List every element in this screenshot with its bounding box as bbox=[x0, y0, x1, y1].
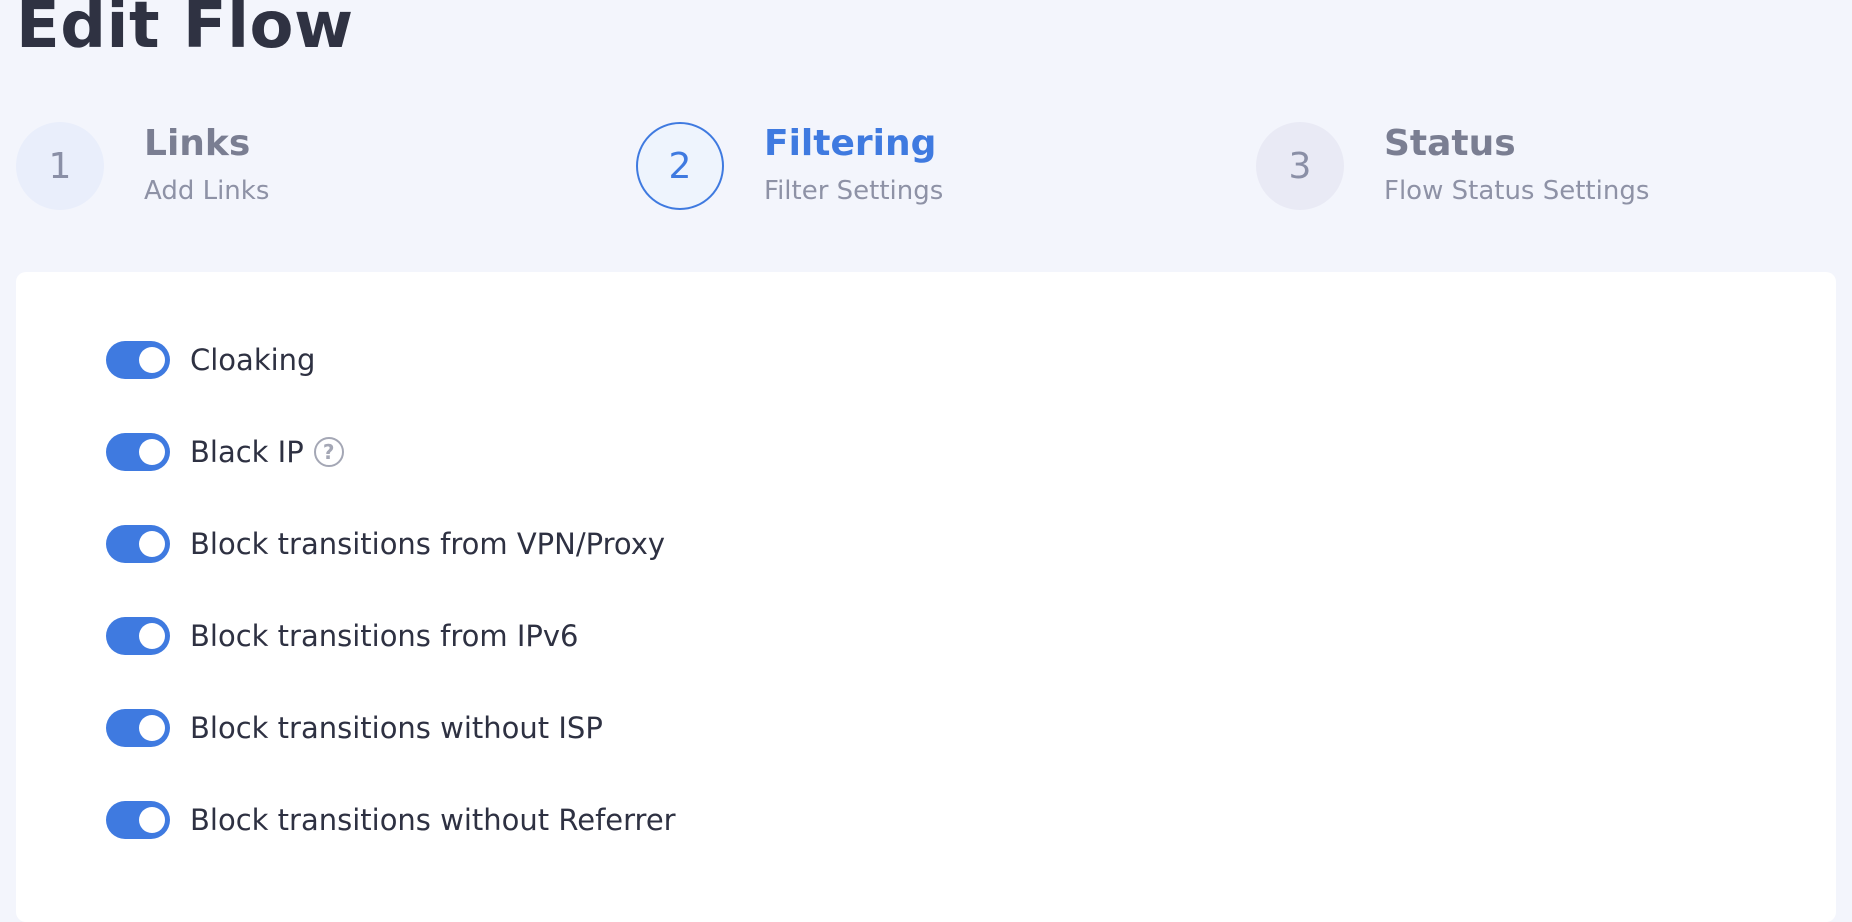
cloaking-label: Cloaking bbox=[190, 343, 316, 377]
filter-row-vpn-proxy: Block transitions from VPN/Proxy bbox=[106, 524, 665, 564]
stepper: 1 Links Add Links 2 Filtering Filter Set… bbox=[16, 122, 1836, 212]
filter-row-ipv6: Block transitions from IPv6 bbox=[106, 616, 579, 656]
black-ip-label: Black IP bbox=[190, 435, 304, 469]
step-title: Status bbox=[1384, 123, 1516, 164]
page-title: Edit Flow bbox=[16, 0, 354, 63]
toggle-knob bbox=[139, 347, 165, 373]
step-subtitle: Add Links bbox=[144, 176, 270, 206]
vpn-proxy-toggle[interactable] bbox=[106, 525, 170, 563]
question-circle-icon[interactable]: ? bbox=[313, 437, 344, 467]
step-number-circle: 1 bbox=[16, 122, 104, 210]
filter-settings-card: Cloaking Black IP ? Block transitions fr… bbox=[16, 272, 1836, 922]
toggle-knob bbox=[139, 623, 165, 649]
cloaking-toggle[interactable] bbox=[106, 341, 170, 379]
step-number-circle: 2 bbox=[636, 122, 724, 210]
no-isp-label: Block transitions without ISP bbox=[190, 711, 603, 745]
ipv6-toggle[interactable] bbox=[106, 617, 170, 655]
no-isp-toggle[interactable] bbox=[106, 709, 170, 747]
toggle-knob bbox=[139, 531, 165, 557]
toggle-knob bbox=[139, 807, 165, 833]
no-referrer-label: Block transitions without Referrer bbox=[190, 803, 676, 837]
filter-row-black-ip: Black IP ? bbox=[106, 432, 344, 472]
no-referrer-toggle[interactable] bbox=[106, 801, 170, 839]
filter-row-no-referrer: Block transitions without Referrer bbox=[106, 800, 676, 840]
toggle-knob bbox=[139, 439, 165, 465]
step-number-circle: 3 bbox=[1256, 122, 1344, 210]
toggle-knob bbox=[139, 715, 165, 741]
black-ip-toggle[interactable] bbox=[106, 433, 170, 471]
step-subtitle: Flow Status Settings bbox=[1384, 176, 1650, 206]
filter-row-no-isp: Block transitions without ISP bbox=[106, 708, 603, 748]
vpn-proxy-label: Block transitions from VPN/Proxy bbox=[190, 527, 666, 561]
step-title: Links bbox=[144, 123, 251, 164]
step-title: Filtering bbox=[764, 123, 937, 164]
step-subtitle: Filter Settings bbox=[764, 176, 944, 206]
ipv6-label: Block transitions from IPv6 bbox=[190, 619, 579, 653]
filter-row-cloaking: Cloaking bbox=[106, 340, 315, 380]
